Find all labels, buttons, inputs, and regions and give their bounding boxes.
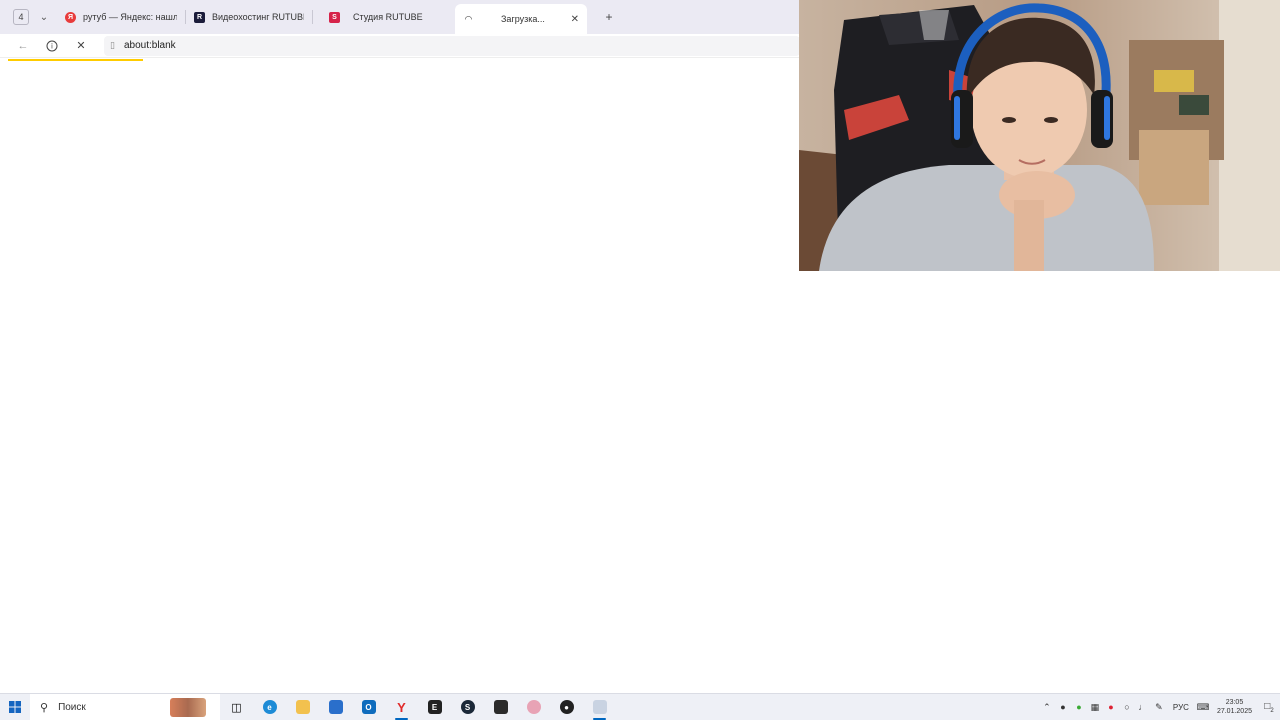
page-loading-progress-bar: [8, 59, 143, 61]
yandex-icon: Я: [65, 11, 76, 23]
keyboard-icon[interactable]: ⌨: [1195, 702, 1211, 713]
edge-browser-icon[interactable]: e: [253, 694, 286, 720]
search-icon: ⚲: [40, 701, 49, 714]
page-document-icon: ▯: [110, 40, 115, 50]
windows-taskbar: ⚲ Поиск ◫ e O Y E S ● ⌃ ● ● ▦ ● ○ ♩ ✎ РУ…: [0, 693, 1280, 720]
notification-center-icon[interactable]: □2: [1258, 701, 1280, 714]
sticky-app-icon[interactable]: [484, 694, 517, 720]
webcam-overlay: [799, 0, 1280, 271]
paint-app-icon[interactable]: [517, 694, 550, 720]
notepad-app-icon[interactable]: [583, 694, 616, 720]
antivirus-icon[interactable]: ●: [1103, 702, 1119, 712]
tab-label: рутуб — Яндекс: нашлось: [83, 12, 177, 22]
task-view-icon[interactable]: ◫: [220, 694, 253, 720]
pen-icon[interactable]: ✎: [1151, 702, 1167, 713]
address-url: about:blank: [123, 40, 176, 51]
epic-games-icon[interactable]: E: [418, 694, 451, 720]
windows-logo-icon: [9, 701, 21, 713]
protect-shield-icon[interactable]: i: [43, 37, 61, 55]
notification-count: 2: [1270, 707, 1274, 714]
browser-tab-strip: 4 ⌄ Я рутуб — Яндекс: нашлось R Видеохос…: [0, 0, 800, 34]
tab-count-button[interactable]: 4: [13, 9, 29, 25]
chevron-up-icon[interactable]: ⌃: [1039, 702, 1055, 713]
tab-label: Студия RUTUBE: [353, 12, 423, 22]
desktop-screen: 4 ⌄ Я рутуб — Яндекс: нашлось R Видеохос…: [0, 0, 1280, 720]
network-icon[interactable]: ○: [1119, 702, 1135, 712]
tab-loading-active[interactable]: ◠ Загрузка... ✕: [455, 4, 587, 34]
clock[interactable]: 23:05 27.01.2025: [1217, 698, 1252, 716]
clock-date: 27.01.2025: [1216, 708, 1252, 715]
browser-navigation-bar: ← i ✕ ▯ about:blank: [0, 34, 800, 58]
tab-yandex-search[interactable]: Я рутуб — Яндекс: нашлось: [57, 4, 185, 30]
search-highlight-image: [170, 697, 206, 717]
tab-label: Загрузка...: [501, 14, 545, 24]
back-arrow-icon[interactable]: ←: [14, 37, 32, 55]
microsoft-store-icon[interactable]: [319, 694, 352, 720]
microphone-icon[interactable]: ●: [1055, 702, 1071, 712]
svg-text:i: i: [51, 42, 53, 50]
search-placeholder: Поиск: [58, 701, 86, 713]
windows-start-button[interactable]: [0, 694, 30, 720]
obs-studio-icon[interactable]: ●: [550, 694, 583, 720]
chevron-down-icon[interactable]: ⌄: [35, 12, 53, 23]
tab-rutube-videohosting[interactable]: R Видеохостинг RUTUBE. С: [186, 4, 312, 30]
webcam-image: [799, 0, 1280, 271]
tray-app-icon[interactable]: ▦: [1087, 702, 1103, 713]
outlook-icon[interactable]: O: [352, 694, 385, 720]
rutube-icon: R: [194, 11, 205, 23]
steam-icon[interactable]: S: [451, 694, 484, 720]
green-app-tray-icon[interactable]: ●: [1071, 702, 1087, 712]
close-tab-icon[interactable]: ✕: [571, 14, 579, 25]
clock-time: 23:05: [1225, 699, 1244, 706]
new-tab-plus-icon[interactable]: +: [601, 9, 617, 25]
yandex-browser-icon[interactable]: Y: [385, 694, 418, 720]
file-explorer-icon[interactable]: [286, 694, 319, 720]
address-bar[interactable]: ▯ about:blank: [104, 35, 800, 56]
tab-separator: [312, 10, 313, 24]
loading-spinner-icon: ◠: [465, 13, 472, 24]
system-tray: ⌃ ● ● ▦ ● ○ ♩ ✎ РУС ⌨ 23:05 27.01.2025 □…: [1039, 694, 1280, 720]
rutube-studio-icon: S: [329, 11, 340, 23]
taskbar-search-box[interactable]: ⚲ Поиск: [30, 693, 220, 720]
volume-icon[interactable]: ♩: [1135, 702, 1151, 712]
tab-label: Видеохостинг RUTUBE. С: [212, 12, 304, 22]
stop-loading-icon[interactable]: ✕: [72, 37, 90, 55]
tab-rutube-studio[interactable]: S Студия RUTUBE: [321, 4, 447, 30]
input-language[interactable]: РУС: [1173, 703, 1189, 712]
